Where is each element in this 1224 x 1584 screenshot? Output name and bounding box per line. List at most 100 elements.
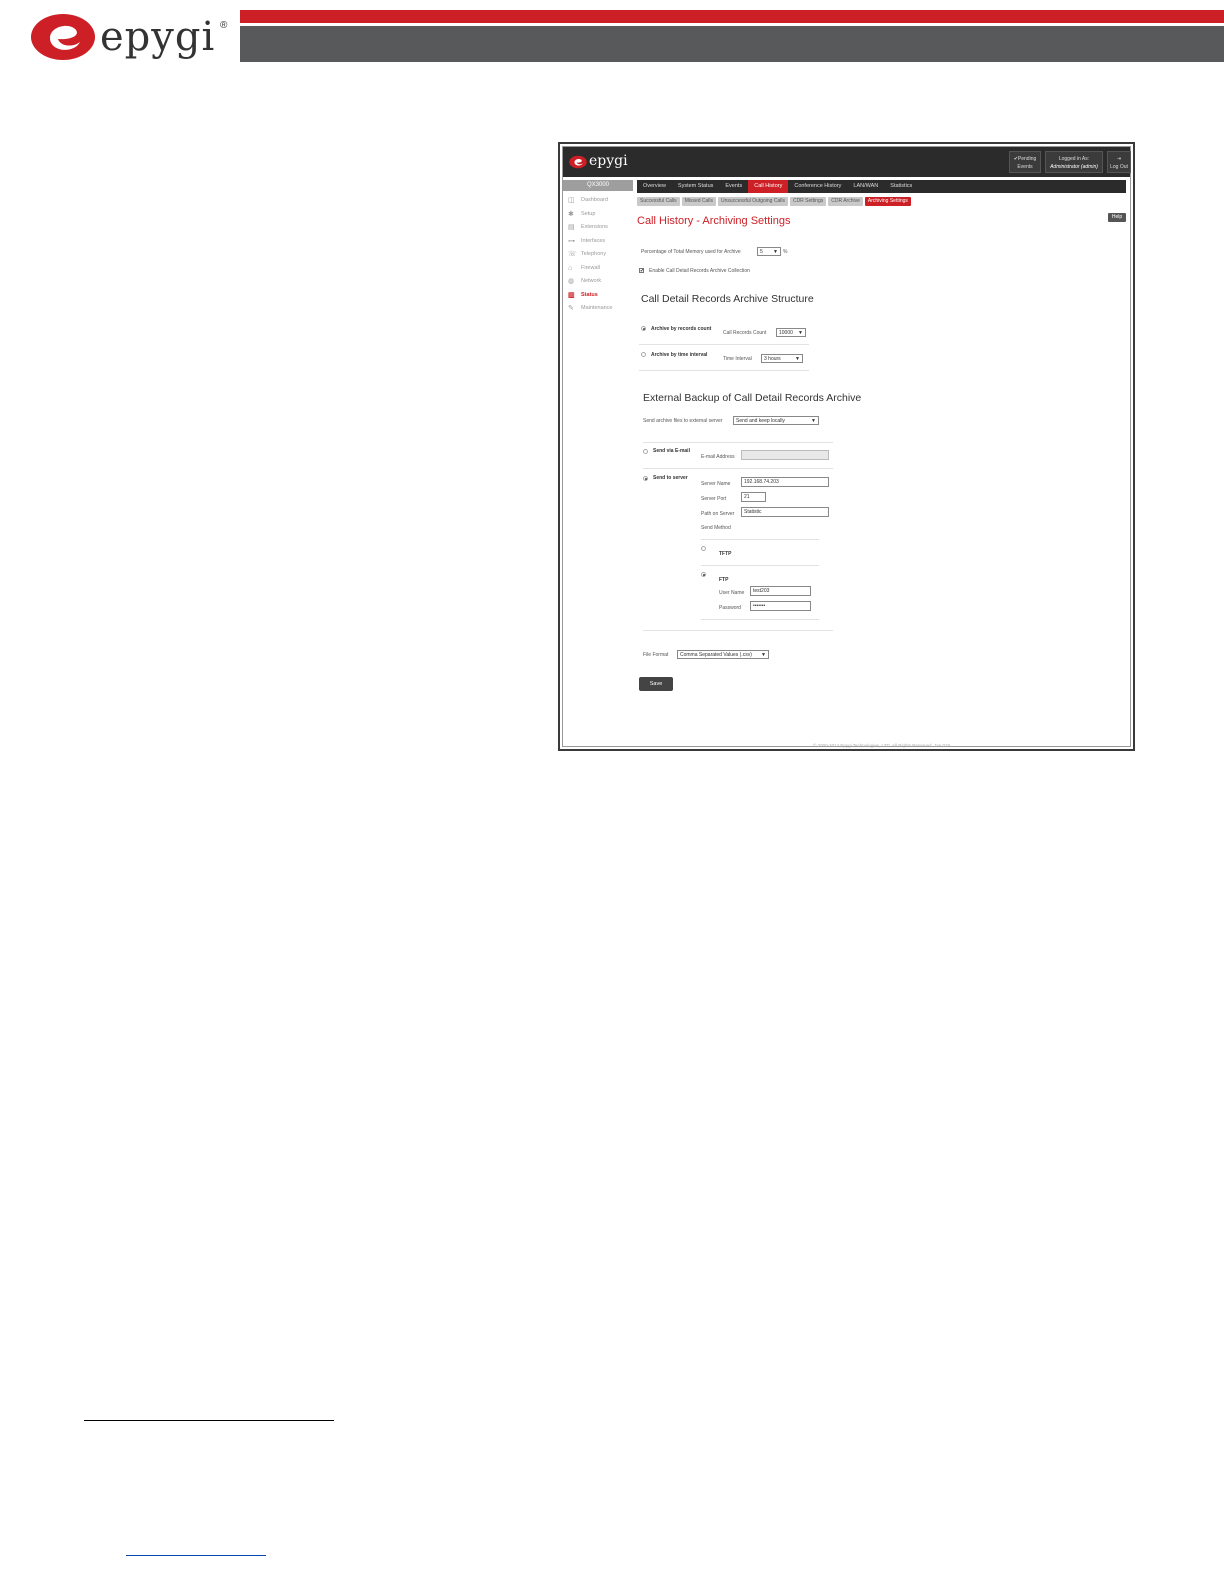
sidebar-item-label: Telephony bbox=[581, 251, 607, 257]
sidebar: QX3000 ◫ Dashboard ✱ Setup ▤ Extensions ⊶ In… bbox=[563, 180, 633, 746]
interfaces-icon: ⊶ bbox=[568, 237, 575, 245]
tab-overview[interactable]: Overview bbox=[637, 180, 672, 193]
subtab-missed-calls[interactable]: Missed Calls bbox=[681, 197, 717, 206]
server-name-input[interactable]: 192.168.74.203 bbox=[741, 477, 829, 487]
user-name-input[interactable]: test203 bbox=[750, 586, 811, 596]
globe-icon: ◍ bbox=[568, 278, 575, 285]
sidebar-item-label: Status bbox=[581, 291, 598, 298]
tab-statistics[interactable]: Statistics bbox=[884, 180, 918, 193]
time-interval-value: 3 hours bbox=[764, 356, 781, 362]
records-count-label: Call Records Count bbox=[723, 330, 767, 336]
subtab-unsuccessful-outgoing[interactable]: Unsuccessful Outgoing Calls bbox=[718, 197, 788, 206]
sidebar-item-label: Network bbox=[581, 278, 602, 284]
archive-by-count-radio[interactable] bbox=[641, 326, 646, 331]
archive-by-time-radio[interactable] bbox=[641, 352, 646, 357]
send-files-label: Send archive files to external server bbox=[643, 418, 723, 424]
sidebar-item-extensions[interactable]: ▤ Extensions bbox=[563, 221, 633, 235]
time-interval-select[interactable]: 3 hours ▼ bbox=[761, 354, 803, 363]
sidebar-item-status[interactable]: ▥ Status bbox=[563, 289, 633, 303]
sidebar-item-label: Extensions bbox=[581, 224, 608, 230]
sidebar-title: QX3000 bbox=[563, 180, 633, 191]
memory-label: Percentage of Total Memory used for Arch… bbox=[641, 249, 741, 255]
enable-archive-label: Enable Call Detail Records Archive Colle… bbox=[649, 268, 750, 274]
tab-lan-wan[interactable]: LAN/WAN bbox=[847, 180, 884, 193]
subtab-cdr-settings[interactable]: CDR Settings bbox=[789, 197, 827, 206]
dashboard-icon: ◫ bbox=[568, 197, 575, 204]
ftp-label: FTP bbox=[719, 577, 729, 583]
email-label: E-mail Address bbox=[701, 454, 735, 460]
server-port-label: Server Port bbox=[701, 496, 727, 502]
chart-icon: ▥ bbox=[568, 291, 575, 299]
header-band-gray bbox=[240, 26, 1224, 62]
footnote-rule bbox=[84, 1420, 334, 1421]
ftp-radio[interactable] bbox=[701, 572, 706, 577]
sidebar-item-label: Interfaces bbox=[581, 237, 606, 244]
sidebar-item-setup[interactable]: ✱ Setup bbox=[563, 208, 633, 222]
registered-mark: ® bbox=[220, 20, 228, 31]
email-input[interactable] bbox=[741, 450, 829, 460]
tab-events[interactable]: Events bbox=[719, 180, 748, 193]
password-input[interactable]: ••••••• bbox=[750, 601, 811, 611]
logged-in-user: Administrator (admin) bbox=[1050, 164, 1098, 170]
user-name-label: User Name bbox=[719, 590, 745, 596]
wrench-icon: ✎ bbox=[568, 305, 574, 312]
save-button[interactable]: Save bbox=[639, 677, 673, 691]
subtab-successful-calls[interactable]: Successful Calls bbox=[637, 197, 680, 206]
logout-label: Log Out bbox=[1110, 164, 1128, 170]
subtab-archiving-settings[interactable]: Archiving Settings bbox=[864, 197, 911, 206]
sidebar-item-interfaces[interactable]: ⊶ Interfaces bbox=[563, 235, 633, 249]
epygi-logo: epygi ® bbox=[30, 12, 235, 64]
epygi-swirl-icon bbox=[31, 14, 95, 60]
send-server-label: Send to server bbox=[653, 475, 688, 481]
tab-conference-history[interactable]: Conference History bbox=[788, 180, 847, 193]
server-name-label: Server Name bbox=[701, 481, 731, 487]
chevron-down-icon: ▼ bbox=[795, 356, 800, 362]
chevron-down-icon: ▼ bbox=[761, 652, 766, 658]
records-count-select[interactable]: 10000 ▼ bbox=[776, 328, 806, 337]
tftp-radio[interactable] bbox=[701, 546, 706, 551]
page-title: Call History - Archiving Settings bbox=[637, 215, 791, 227]
records-count-value: 10000 bbox=[779, 330, 793, 336]
subtab-cdr-archive[interactable]: CDR Archive bbox=[828, 197, 863, 206]
tab-system-status[interactable]: System Status bbox=[672, 180, 719, 193]
gear-icon: ✱ bbox=[568, 210, 574, 218]
password-label: Password bbox=[719, 605, 741, 611]
server-port-input[interactable]: 21 bbox=[741, 492, 766, 502]
memory-select[interactable]: 5 ▼ bbox=[757, 247, 781, 256]
file-format-select[interactable]: Comma Separated Values (.csv) ▼ bbox=[677, 650, 769, 659]
logout-button[interactable]: ⇥ Log Out bbox=[1107, 151, 1131, 173]
screenshot-frame: epygi ✔Pending Events Logged in As: Admi… bbox=[558, 142, 1135, 751]
sidebar-item-network[interactable]: ◍ Network bbox=[563, 275, 633, 289]
divider bbox=[639, 344, 809, 345]
chevron-down-icon: ▼ bbox=[773, 249, 778, 255]
sidebar-item-firewall[interactable]: ⌂ Firewall bbox=[563, 262, 633, 276]
logo-text: epygi bbox=[100, 14, 216, 60]
tab-call-history[interactable]: Call History bbox=[748, 180, 789, 193]
divider bbox=[701, 539, 819, 540]
time-interval-label: Time Interval bbox=[723, 356, 752, 362]
main-content: Overview System Status Events Call History C… bbox=[637, 180, 1126, 748]
sidebar-item-telephony[interactable]: ☏ Telephony bbox=[563, 248, 633, 262]
sidebar-item-label: Firewall bbox=[581, 264, 600, 271]
send-email-label: Send via E-mail bbox=[653, 448, 690, 454]
sidebar-item-dashboard[interactable]: ◫ Dashboard bbox=[563, 194, 633, 208]
send-email-radio[interactable] bbox=[643, 449, 648, 454]
sidebar-item-label: Setup bbox=[581, 210, 596, 217]
archive-by-count-label: Archive by records count bbox=[651, 326, 712, 332]
app-header: epygi ✔Pending Events Logged in As: Admi… bbox=[563, 147, 1131, 177]
header-band-red bbox=[240, 10, 1224, 23]
sidebar-item-maintenance[interactable]: ✎ Maintenance bbox=[563, 302, 633, 316]
send-files-select[interactable]: Send and keep locally ▼ bbox=[733, 416, 819, 425]
firewall-icon: ⌂ bbox=[568, 264, 573, 272]
divider bbox=[643, 630, 833, 631]
help-button[interactable]: Help bbox=[1108, 213, 1126, 222]
enable-archive-checkbox[interactable]: ✔ bbox=[639, 268, 644, 274]
path-input[interactable]: Statistic bbox=[741, 507, 829, 517]
send-server-radio[interactable] bbox=[643, 476, 648, 481]
memory-unit: % bbox=[783, 249, 788, 255]
bottom-link-underline[interactable] bbox=[126, 1555, 266, 1556]
app-logo: epygi bbox=[569, 153, 629, 173]
pending-events-button[interactable]: ✔Pending Events bbox=[1009, 151, 1041, 173]
subtab-bar: Successful Calls Missed Calls Unsuccessful… bbox=[637, 197, 913, 207]
archive-by-time-label: Archive by time interval bbox=[651, 352, 708, 358]
